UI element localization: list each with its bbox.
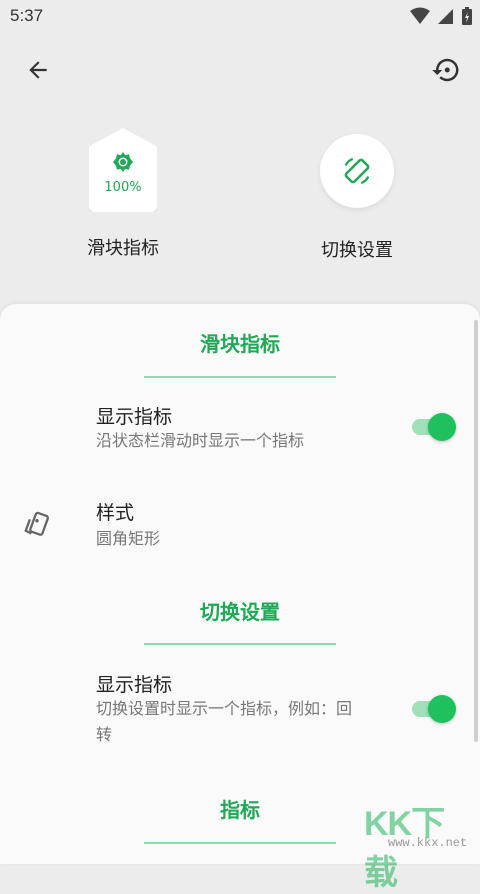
battery-icon: [462, 7, 472, 25]
style-icon: [24, 511, 49, 536]
slider-indicator-switch[interactable]: [412, 412, 456, 441]
back-button[interactable]: [16, 48, 60, 92]
restore-icon: [432, 58, 459, 82]
section-title-toggle: 切换设置: [200, 600, 280, 624]
preview-label-toggle: 切换设置: [321, 240, 393, 261]
watermark-url: www.kkx.net: [388, 836, 468, 850]
toggle-indicator-switch[interactable]: [412, 694, 456, 723]
style-row[interactable]: 样式 圆角矩形: [0, 488, 480, 560]
toggle-show-indicator-row[interactable]: 显示指标 切换设置时显示一个指标，例如：回转: [0, 660, 480, 760]
row-subtitle: 切换设置时显示一个指标，例如：回转: [96, 699, 353, 744]
slider-indicator-pill: 100%: [89, 128, 157, 212]
watermark-logo: KK下载 www.kkx.net: [360, 796, 476, 892]
reset-button[interactable]: [424, 48, 468, 92]
toggle-indicator-circle: [320, 134, 394, 208]
row-title: 显示指标: [96, 406, 173, 428]
slider-indicator-preview[interactable]: 100% 滑块指标: [48, 128, 198, 260]
arrow-left-icon: [29, 61, 47, 79]
indicator-value: 100%: [104, 180, 142, 195]
section-divider: [144, 376, 336, 378]
slider-show-indicator-row[interactable]: 显示指标 沿状态栏滑动时显示一个指标: [0, 392, 480, 472]
wifi-icon: [410, 7, 430, 24]
status-icons: [410, 7, 472, 25]
settings-sheet[interactable]: [0, 304, 480, 864]
row-subtitle: 圆角矩形: [96, 529, 161, 548]
row-title: 样式: [96, 502, 135, 524]
status-time: 5:37: [10, 6, 44, 25]
section-divider: [144, 643, 336, 645]
switch-thumb: [428, 695, 456, 723]
signal-icon: [438, 9, 453, 24]
section-divider: [144, 842, 336, 844]
switch-thumb: [428, 413, 456, 441]
screen-rotation-icon: [344, 157, 370, 185]
row-title: 显示指标: [96, 674, 173, 696]
status-bar: 5:37: [0, 0, 480, 34]
toggle-settings-preview[interactable]: 切换设置: [282, 128, 432, 262]
preview-label-slider: 滑块指标: [87, 238, 159, 259]
row-subtitle: 沿状态栏滑动时显示一个指标: [96, 431, 305, 450]
section-title-slider: 滑块指标: [200, 332, 280, 356]
brightness-icon: [113, 152, 133, 172]
